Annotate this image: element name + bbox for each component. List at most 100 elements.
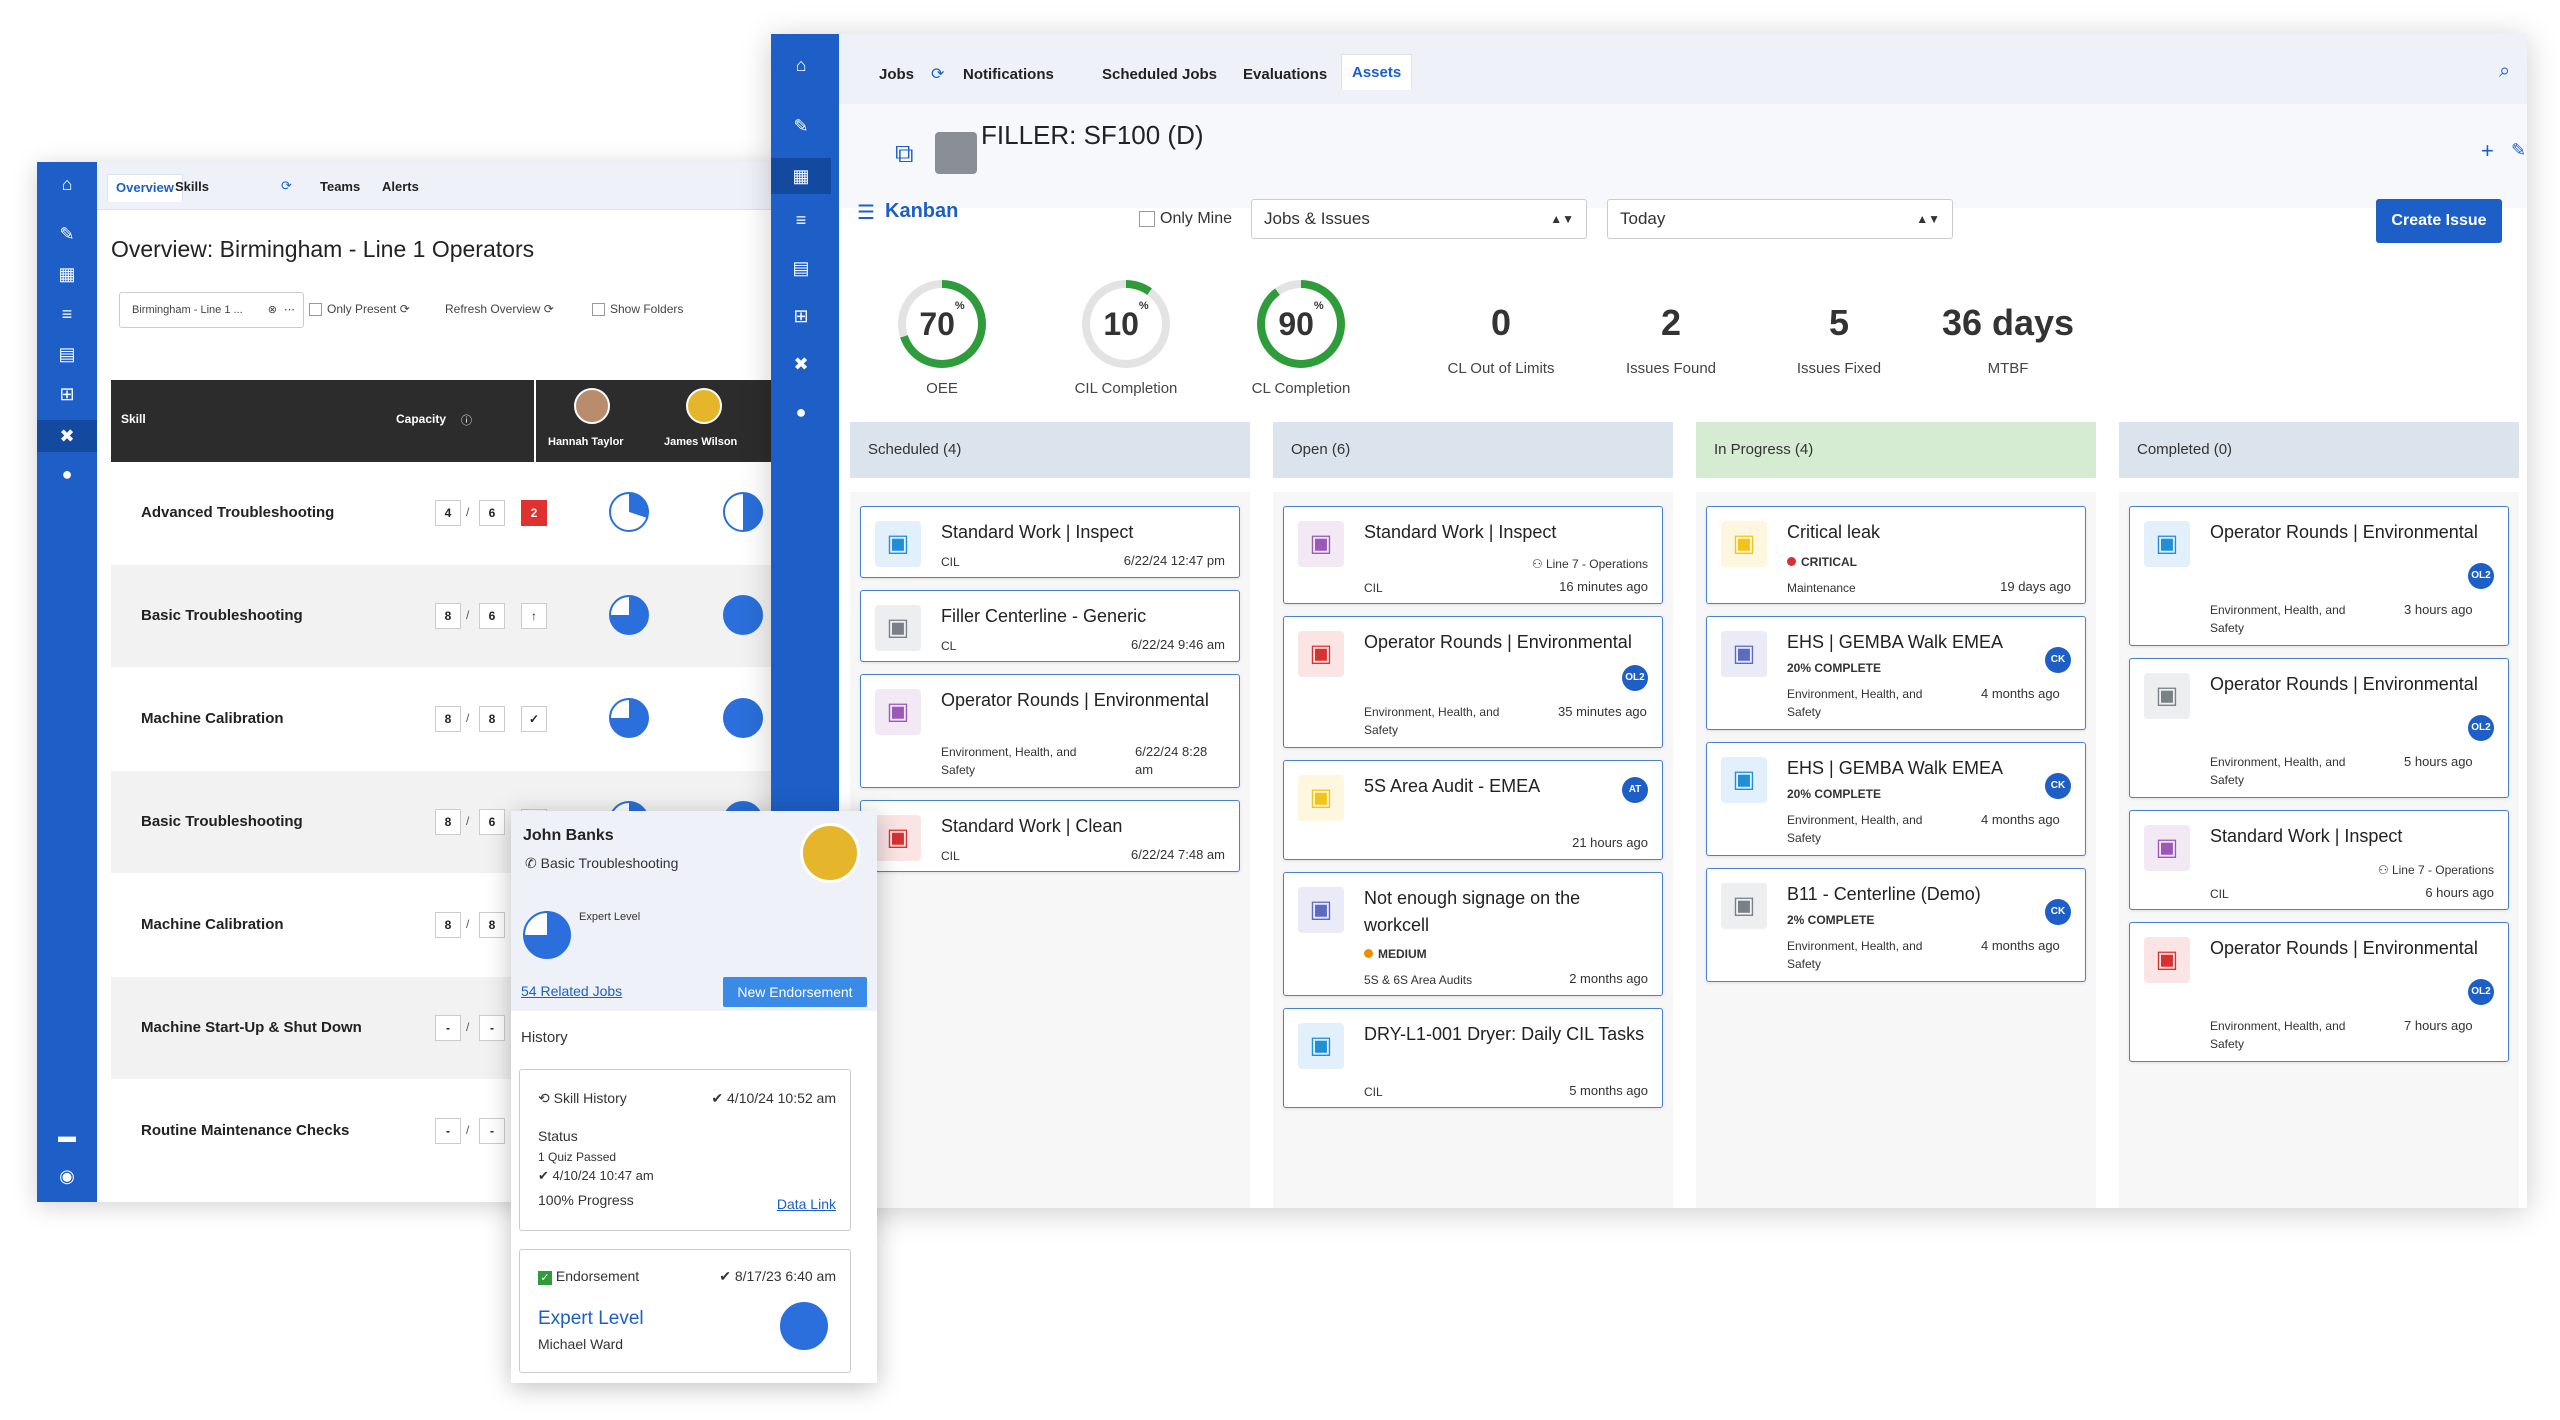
new-endorsement-button[interactable]: New Endorsement — [723, 977, 867, 1007]
skill-level-pie-icon[interactable] — [609, 698, 649, 738]
org-chart-icon[interactable]: ⊞ — [37, 382, 97, 406]
kanban-card[interactable]: ▣ Standard Work | Clean CIL 6/22/24 7:48 am — [860, 800, 1240, 872]
kanban-card[interactable]: ▣ EHS | GEMBA Walk EMEA 20% COMPLETE Enviro… — [1706, 742, 2086, 856]
skill-level-pie-icon[interactable] — [723, 492, 763, 532]
skill-row[interactable]: Advanced Troubleshooting 4 / 6 2 — [111, 462, 797, 564]
kanban-column-header[interactable]: Completed (0) — [2119, 422, 2519, 478]
kanban-card[interactable]: ▣ Operator Rounds | Environmental Environm… — [2129, 506, 2509, 646]
only-present-toggle[interactable]: Only Present ⟳ — [309, 302, 410, 317]
kanban-card[interactable]: ▣ Operator Rounds | Environmental Environm… — [860, 674, 1240, 788]
kanban-column-header[interactable]: Open (6) — [1273, 422, 1673, 478]
kanban-card[interactable]: ▣ Filler Centerline - Generic CL 6/22/24 9:… — [860, 590, 1240, 662]
show-folders-toggle[interactable]: Show Folders — [592, 302, 683, 317]
create-issue-button[interactable]: Create Issue — [2376, 199, 2502, 243]
sliders-icon[interactable]: ≡ — [37, 302, 97, 326]
more-icon[interactable]: ● — [37, 462, 97, 486]
kanban-card[interactable]: ▣ Operator Rounds | Environmental Environm… — [2129, 658, 2509, 798]
tab-alerts[interactable]: Alerts — [374, 176, 427, 198]
document-icon[interactable]: ▤ — [37, 342, 97, 366]
menu-dots-icon[interactable]: ⋯ — [284, 293, 295, 327]
home-icon[interactable]: ⌂ — [771, 48, 831, 82]
assignee-badge[interactable]: OL2 — [1622, 665, 1648, 691]
jobs-issues-select[interactable]: Jobs & Issues ▲▼ — [1251, 199, 1587, 239]
home-icon[interactable]: ⌂ — [37, 172, 97, 196]
kanban-card[interactable]: ▣ B11 - Centerline (Demo) 2% COMPLETE Envir… — [1706, 868, 2086, 982]
kanban-card[interactable]: ▣ Standard Work | Inspect ⚇ Line 7 - Opera… — [2129, 810, 2509, 910]
page-title: Overview: Birmingham - Line 1 Operators — [111, 236, 535, 262]
kanban-card[interactable]: ▣ Operator Rounds | Environmental Environm… — [2129, 922, 2509, 1062]
date-select[interactable]: Today ▲▼ — [1607, 199, 1953, 239]
tab-scheduled-jobs[interactable]: Scheduled Jobs — [1092, 60, 1227, 90]
avatar-james[interactable] — [686, 388, 722, 424]
refresh-overview-button[interactable]: Refresh Overview ⟳ — [445, 302, 554, 316]
show-folders-checkbox[interactable] — [592, 303, 605, 317]
assignee-badge[interactable]: CK — [2045, 647, 2071, 673]
only-mine-checkbox[interactable] — [1139, 210, 1155, 227]
more-icon[interactable]: ● — [771, 400, 831, 424]
add-icon[interactable]: + — [2481, 138, 2494, 164]
card-category: CIL — [941, 555, 960, 569]
tab-evaluations[interactable]: Evaluations — [1233, 60, 1337, 90]
tab-notifications[interactable]: Notifications — [953, 60, 1064, 90]
card-date: 3 hours ago — [2404, 602, 2473, 617]
kanban-card[interactable]: ▣ Standard Work | Inspect CIL 6/22/24 12:47… — [860, 506, 1240, 578]
skill-row[interactable]: Machine Calibration 8 / 8 ✓ — [111, 668, 797, 770]
card-icon[interactable]: ▬ — [37, 1124, 97, 1148]
edit-icon[interactable]: ✎ — [2511, 140, 2526, 161]
avatar-hannah[interactable] — [574, 388, 610, 424]
cil-completion-label: CIL Completion — [1074, 380, 1178, 397]
kanban-column-header[interactable]: In Progress (4) — [1696, 422, 2096, 478]
kanban-card[interactable]: ▣ Operator Rounds | Environmental Environm… — [1283, 616, 1663, 748]
data-link[interactable]: Data Link — [777, 1196, 836, 1212]
only-mine-toggle[interactable]: Only Mine — [1139, 210, 1232, 228]
hierarchy-icon[interactable]: ⧉ — [895, 138, 914, 170]
hamburger-icon[interactable]: ☰ — [857, 200, 875, 225]
table-icon[interactable]: ▦ — [37, 262, 97, 286]
pencil-icon[interactable]: ✎ — [771, 114, 831, 138]
skill-level-pie-icon[interactable] — [609, 492, 649, 532]
kanban-card[interactable]: ▣ Not enough signage on the workcell MEDIU… — [1283, 872, 1663, 996]
tab-assets[interactable]: Assets — [1341, 54, 1413, 90]
kanban-column-header[interactable]: Scheduled (4) — [850, 422, 1250, 478]
related-jobs-link[interactable]: 54 Related Jobs — [521, 983, 622, 999]
document-icon[interactable]: ▤ — [771, 256, 831, 280]
skill-row[interactable]: Basic Troubleshooting 8 / 6 ↑ — [111, 565, 797, 667]
clear-icon[interactable]: ⊗ — [268, 293, 277, 327]
refresh-icon[interactable]: ⟳ — [931, 64, 944, 84]
card-title: Standard Work | Inspect — [1364, 522, 1557, 542]
assignee-badge[interactable]: AT — [1622, 777, 1648, 803]
assignee-badge[interactable]: OL2 — [2468, 715, 2494, 741]
user-icon[interactable]: ◉ — [37, 1164, 97, 1188]
kanban-card[interactable]: ▣ Standard Work | Inspect ⚇ Line 7 - Opera… — [1283, 506, 1663, 604]
pencil-icon[interactable]: ✎ — [37, 222, 97, 246]
kanban-card[interactable]: ▣ Critical leak CRITICAL Maintenance 19 days… — [1706, 506, 2086, 604]
kanban-card[interactable]: ▣ EHS | GEMBA Walk EMEA 20% COMPLETE Enviro… — [1706, 616, 2086, 730]
mtbf-value: 36 days — [1941, 302, 2075, 343]
search-icon[interactable]: ⌕ — [2499, 60, 2510, 83]
assignee-badge[interactable]: OL2 — [2468, 563, 2494, 589]
kanban-card[interactable]: ▣ DRY-L1-001 Dryer: Daily CIL Tasks CIL 5 m… — [1283, 1008, 1663, 1108]
skill-level-pie-icon[interactable] — [609, 595, 649, 635]
refresh-icon[interactable]: ⟳ — [400, 302, 410, 316]
org-chart-icon[interactable]: ⊞ — [771, 304, 831, 328]
skill-level-pie-icon[interactable] — [723, 698, 763, 738]
tools-icon[interactable]: ✖ — [37, 420, 97, 452]
location-select[interactable]: Birmingham - Line 1 ... ⊗ ⋯ — [119, 292, 304, 328]
assignee-badge[interactable]: OL2 — [2468, 979, 2494, 1005]
cil-value: 10 — [1103, 306, 1139, 342]
tab-skills[interactable]: Skills — [167, 176, 217, 198]
assignee-badge[interactable]: CK — [2045, 899, 2071, 925]
sliders-icon[interactable]: ≡ — [771, 208, 831, 232]
tools-icon[interactable]: ✖ — [771, 352, 831, 376]
assignee-badge[interactable]: CK — [2045, 773, 2071, 799]
skill-level-pie-icon[interactable] — [723, 595, 763, 635]
tab-jobs[interactable]: Jobs — [869, 60, 924, 90]
operator-name: Hannah Taylor — [548, 436, 624, 448]
tab-teams[interactable]: Teams — [312, 176, 368, 198]
table-icon[interactable]: ▦ — [771, 158, 831, 194]
help-icon[interactable]: ⓘ — [461, 412, 472, 428]
refresh-icon[interactable]: ⟳ — [281, 178, 292, 194]
only-present-checkbox[interactable] — [309, 303, 322, 317]
team-label: ⚇ Line 7 - Operations — [1532, 557, 1648, 571]
kanban-card[interactable]: ▣ 5S Area Audit - EMEA AT 21 hours ago — [1283, 760, 1663, 860]
